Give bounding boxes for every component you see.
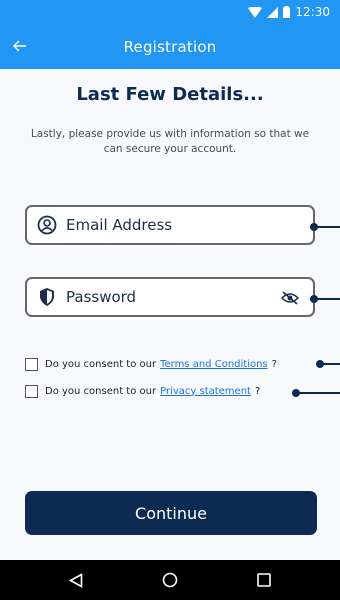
terms-link[interactable]: Terms and Conditions	[160, 359, 268, 370]
callout-line	[315, 298, 340, 300]
callout-dot	[310, 295, 318, 303]
status-bar: 12:30	[0, 0, 340, 24]
battery-icon	[283, 6, 291, 18]
email-field[interactable]: Email Address	[25, 205, 315, 245]
consent-suffix: ?	[254, 385, 261, 397]
callout-line	[315, 226, 340, 228]
callout-line	[298, 392, 340, 394]
form-subtext: Lastly, please provide us with informati…	[30, 128, 310, 155]
email-placeholder: Email Address	[66, 216, 173, 234]
privacy-checkbox[interactable]	[25, 384, 38, 398]
consent-suffix: ?	[271, 358, 277, 370]
callout-line	[322, 363, 340, 365]
system-nav-bar	[0, 560, 340, 600]
consent-prefix: Do you consent to our	[45, 358, 157, 370]
password-field[interactable]: Password	[25, 277, 315, 317]
consent-prefix: Do you consent to our	[45, 385, 157, 397]
registration-form: Last Few Details... Lastly, please provi…	[0, 69, 340, 560]
form-heading: Last Few Details...	[76, 84, 264, 105]
back-triangle-icon[interactable]	[65, 569, 87, 591]
page-title: Registration	[123, 37, 217, 56]
eye-off-icon[interactable]	[281, 289, 299, 307]
recents-square-icon[interactable]	[253, 569, 275, 591]
password-placeholder: Password	[66, 288, 137, 306]
home-circle-icon[interactable]	[159, 569, 181, 591]
terms-checkbox[interactable]	[25, 357, 38, 371]
status-time: 12:30	[295, 5, 330, 19]
consent-privacy: Do you consent to our Privacy statement …	[25, 383, 260, 399]
privacy-link[interactable]: Privacy statement	[160, 386, 251, 397]
callout-dot	[310, 223, 318, 231]
app-bar: Registration	[0, 24, 340, 69]
shield-icon	[37, 287, 57, 307]
user-circle-icon	[37, 215, 57, 235]
continue-button[interactable]: Continue	[25, 491, 317, 535]
wifi-icon	[248, 6, 263, 18]
consent-terms: Do you consent to our Terms and Conditio…	[25, 356, 277, 372]
cell-signal-icon	[267, 6, 279, 18]
